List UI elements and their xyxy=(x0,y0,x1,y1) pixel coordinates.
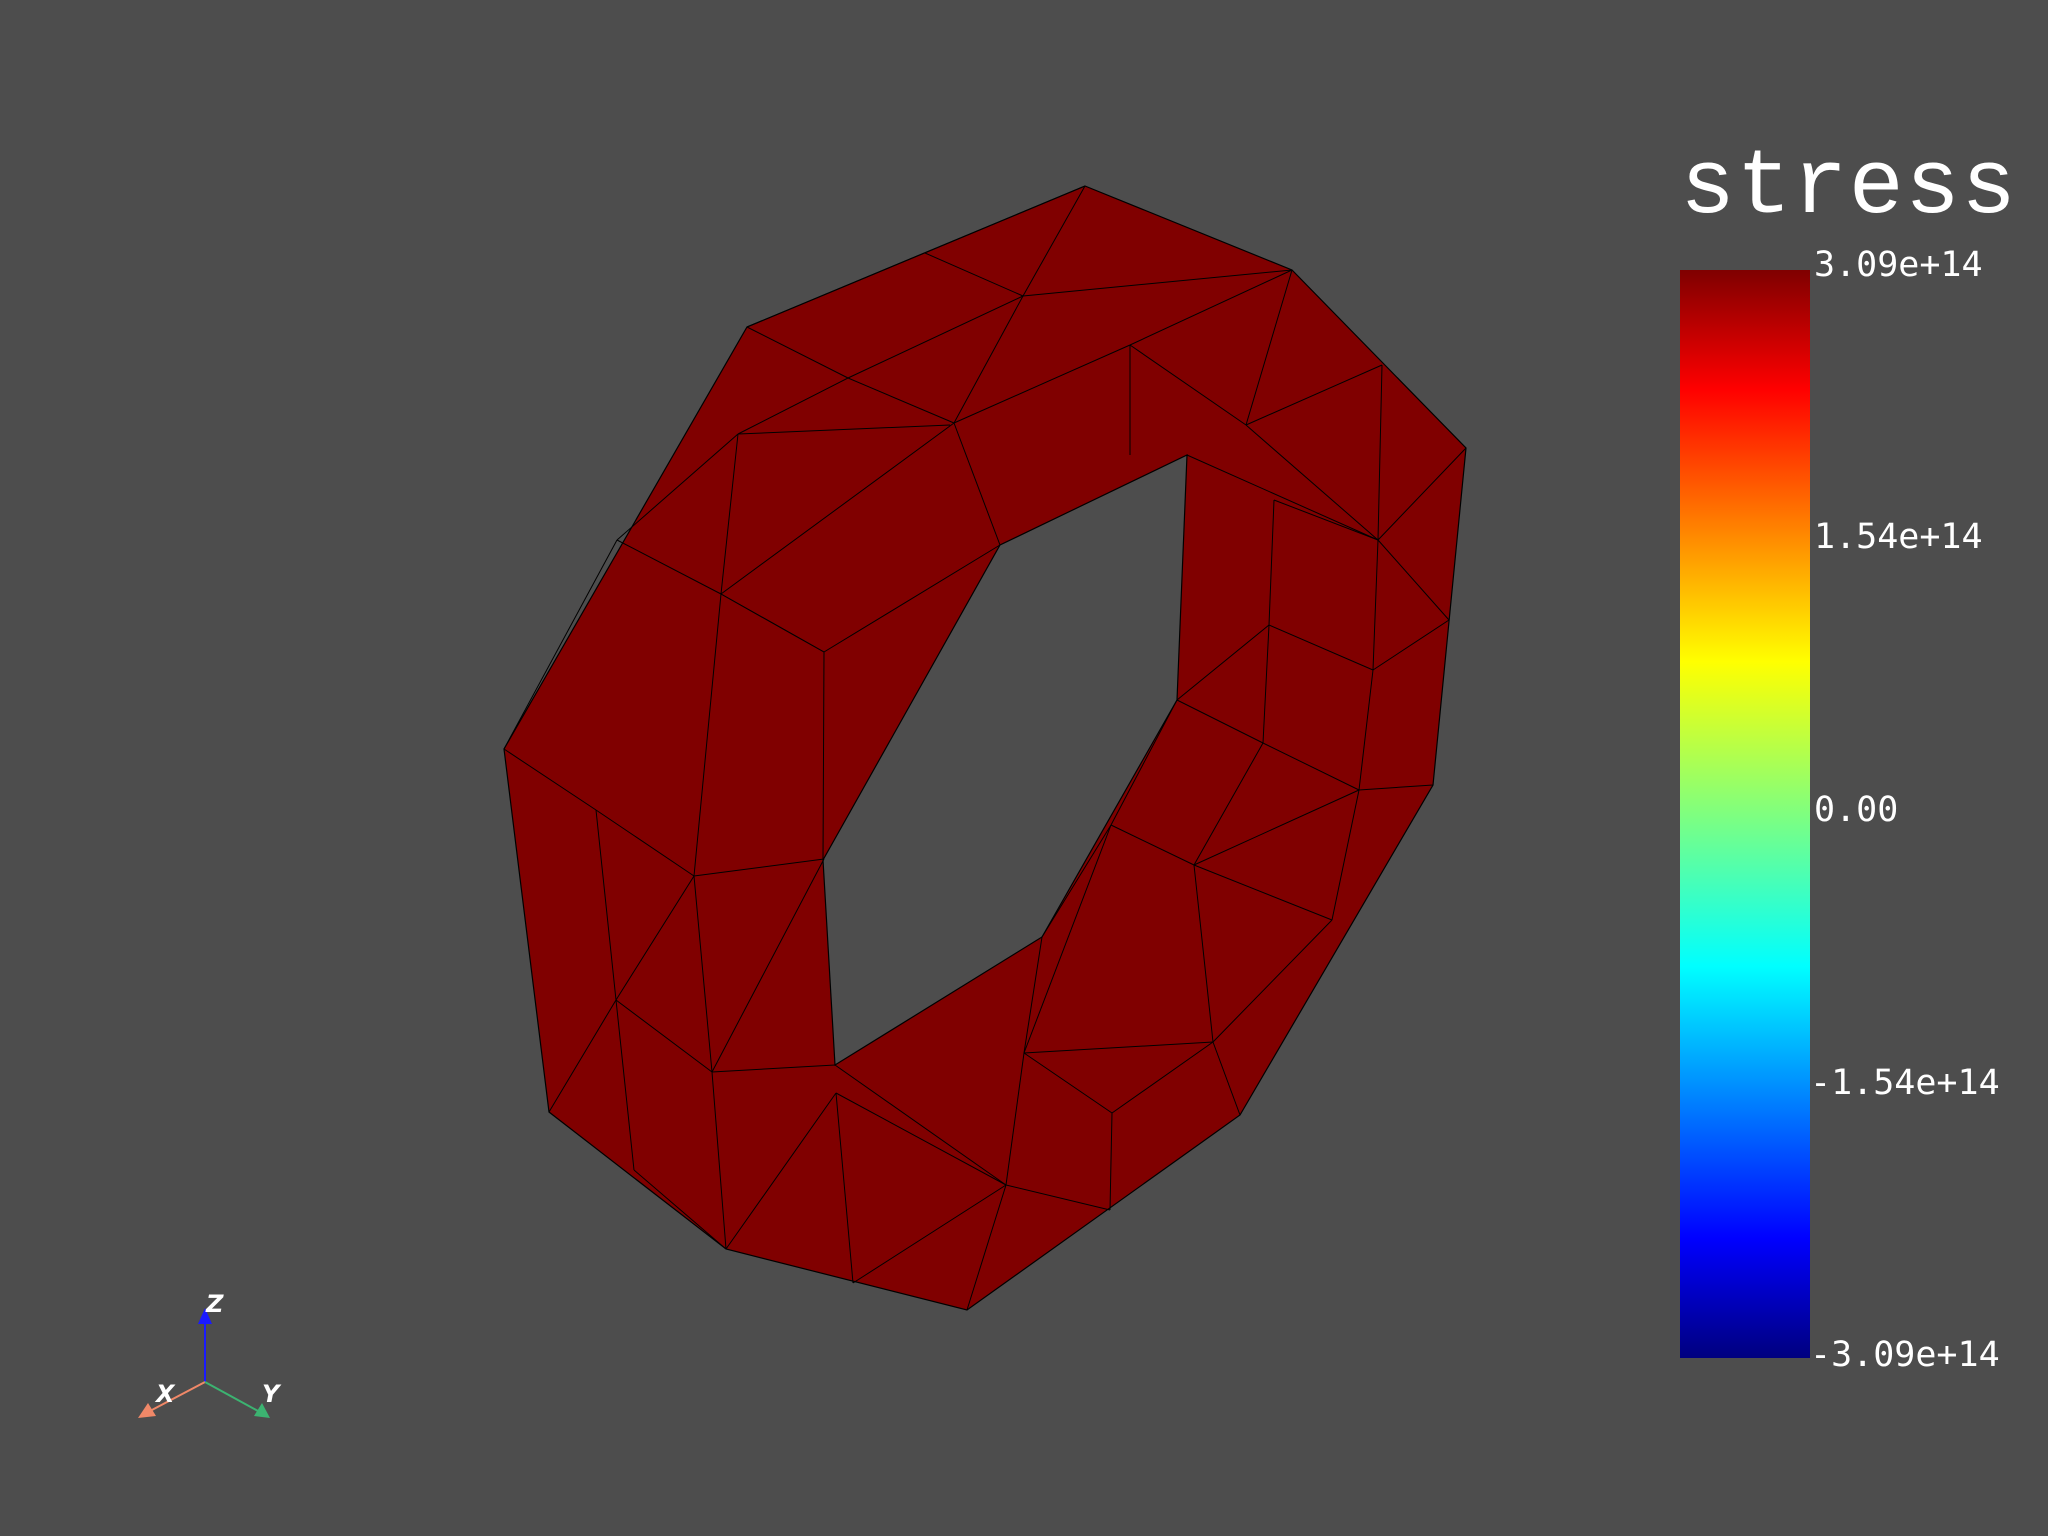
y-axis-line xyxy=(204,1381,259,1412)
scalar-bar-tick-zero: 0.00 xyxy=(1814,790,1899,830)
z-axis-label: Z xyxy=(206,1290,224,1318)
scalar-bar-tick-lower: -1.54e+14 xyxy=(1810,1063,2000,1103)
x-axis-label: X xyxy=(156,1380,175,1408)
ring-mesh xyxy=(503,185,1467,1311)
scalar-bar-title: stress xyxy=(1680,135,2018,240)
scalar-bar-tick-max: 3.09e+14 xyxy=(1814,245,1983,285)
y-axis-label: Y xyxy=(262,1380,280,1408)
render-viewport[interactable]: stress 3.09e+14 1.54e+14 0.00 -1.54e+14 … xyxy=(0,0,2048,1536)
x-axis-arrow-icon xyxy=(138,1403,156,1418)
scalar-bar-tick-upper: 1.54e+14 xyxy=(1814,517,1983,557)
ring-surface xyxy=(503,185,1467,1311)
scalar-bar-gradient xyxy=(1680,270,1810,1358)
scalar-bar-tick-min: -3.09e+14 xyxy=(1810,1335,2000,1375)
